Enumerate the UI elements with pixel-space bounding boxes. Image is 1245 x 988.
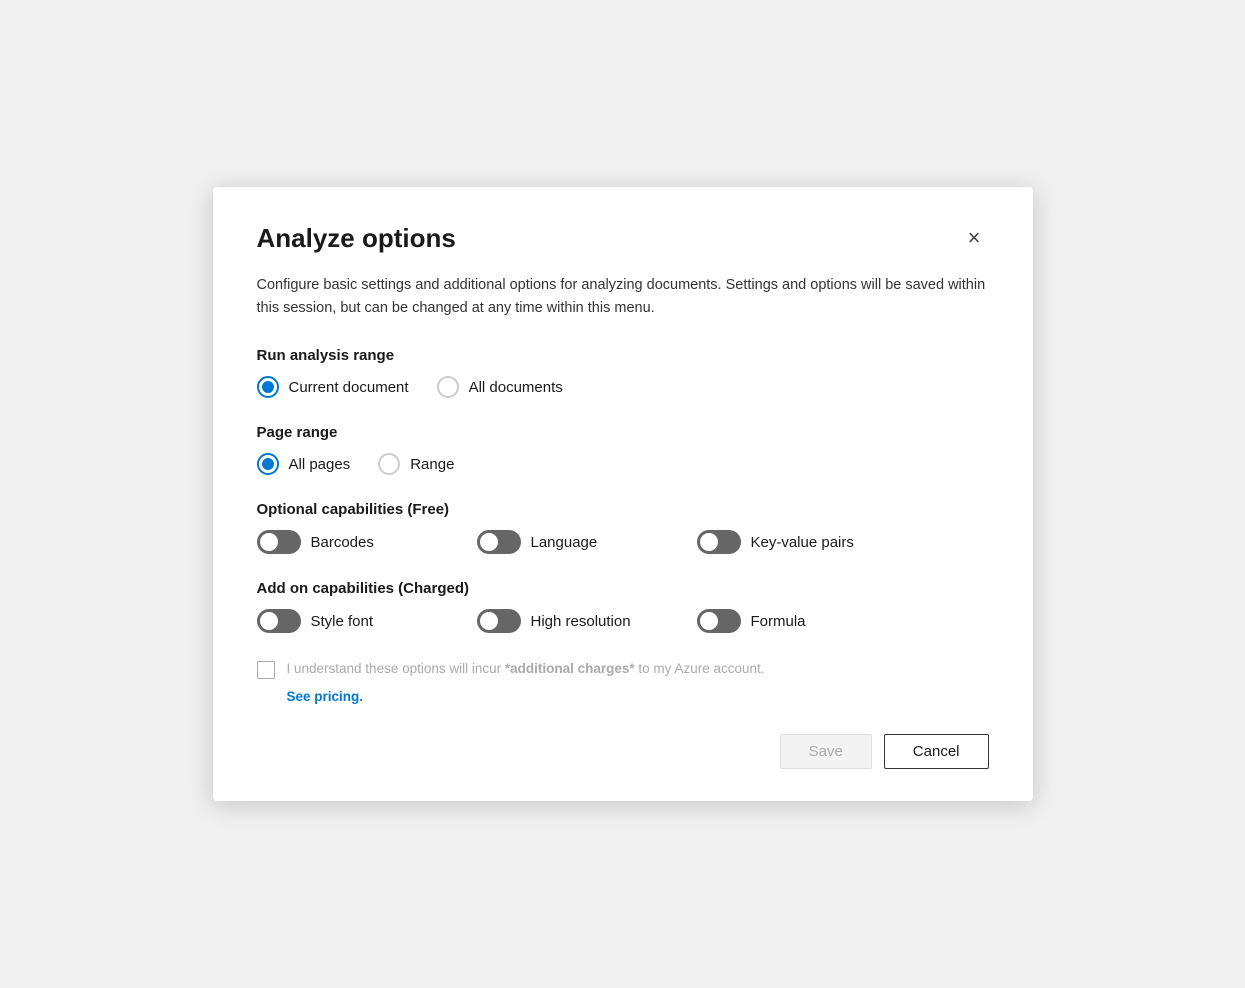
toggle-label-key-value-pairs: Key-value pairs	[751, 534, 854, 551]
radio-label-all-documents: All documents	[469, 379, 563, 396]
toggle-key-value-pairs[interactable]: Key-value pairs	[697, 530, 877, 554]
addon-capabilities-section: Add on capabilities (Charged) Style font…	[257, 580, 989, 633]
dialog-title: Analyze options	[257, 223, 456, 254]
radio-circle-current-document	[257, 376, 279, 398]
run-analysis-range-label: Run analysis range	[257, 347, 989, 364]
toggle-label-barcodes: Barcodes	[311, 534, 374, 551]
save-button[interactable]: Save	[780, 734, 872, 769]
radio-circle-all-pages	[257, 453, 279, 475]
toggle-label-high-resolution: High resolution	[531, 613, 631, 630]
cancel-button[interactable]: Cancel	[884, 734, 989, 769]
toggle-switch-language[interactable]	[477, 530, 521, 554]
toggle-label-language: Language	[531, 534, 598, 551]
optional-capabilities-section: Optional capabilities (Free) Barcodes La…	[257, 501, 989, 554]
radio-current-document[interactable]: Current document	[257, 376, 409, 398]
acknowledge-checkbox[interactable]	[257, 661, 275, 679]
acknowledge-text-after: to my Azure account.	[635, 661, 765, 676]
page-range-label: Page range	[257, 424, 989, 441]
acknowledge-text-before: I understand these options will incur	[287, 661, 505, 676]
radio-label-current-document: Current document	[289, 379, 409, 396]
page-range-section: Page range All pages Range	[257, 424, 989, 475]
run-analysis-range-group: Current document All documents	[257, 376, 989, 398]
toggle-switch-formula[interactable]	[697, 609, 741, 633]
radio-circle-all-documents	[437, 376, 459, 398]
optional-capabilities-label: Optional capabilities (Free)	[257, 501, 989, 518]
acknowledge-text: I understand these options will incur *a…	[287, 659, 765, 679]
radio-all-pages[interactable]: All pages	[257, 453, 351, 475]
radio-all-documents[interactable]: All documents	[437, 376, 563, 398]
toggle-switch-barcodes[interactable]	[257, 530, 301, 554]
radio-circle-range	[378, 453, 400, 475]
dialog-header: Analyze options ×	[257, 223, 989, 254]
close-button[interactable]: ×	[960, 223, 989, 253]
radio-label-range: Range	[410, 456, 454, 473]
toggle-barcodes[interactable]: Barcodes	[257, 530, 437, 554]
radio-range[interactable]: Range	[378, 453, 454, 475]
dialog-footer: Save Cancel	[257, 734, 989, 769]
toggle-label-formula: Formula	[751, 613, 806, 630]
addon-capabilities-group: Style font High resolution Formula	[257, 609, 989, 633]
dialog-description: Configure basic settings and additional …	[257, 274, 989, 319]
acknowledge-text-bold: *additional charges*	[505, 661, 635, 676]
optional-capabilities-group: Barcodes Language Key-value pairs	[257, 530, 989, 554]
toggle-language[interactable]: Language	[477, 530, 657, 554]
run-analysis-range-section: Run analysis range Current document All …	[257, 347, 989, 398]
toggle-switch-high-resolution[interactable]	[477, 609, 521, 633]
toggle-style-font[interactable]: Style font	[257, 609, 437, 633]
analyze-options-dialog: Analyze options × Configure basic settin…	[213, 187, 1033, 800]
addon-capabilities-label: Add on capabilities (Charged)	[257, 580, 989, 597]
acknowledge-row: I understand these options will incur *a…	[257, 659, 989, 679]
toggle-label-style-font: Style font	[311, 613, 374, 630]
toggle-switch-style-font[interactable]	[257, 609, 301, 633]
toggle-high-resolution[interactable]: High resolution	[477, 609, 657, 633]
toggle-switch-key-value-pairs[interactable]	[697, 530, 741, 554]
see-pricing-link[interactable]: See pricing.	[287, 689, 364, 704]
page-range-group: All pages Range	[257, 453, 989, 475]
toggle-formula[interactable]: Formula	[697, 609, 877, 633]
radio-label-all-pages: All pages	[289, 456, 351, 473]
